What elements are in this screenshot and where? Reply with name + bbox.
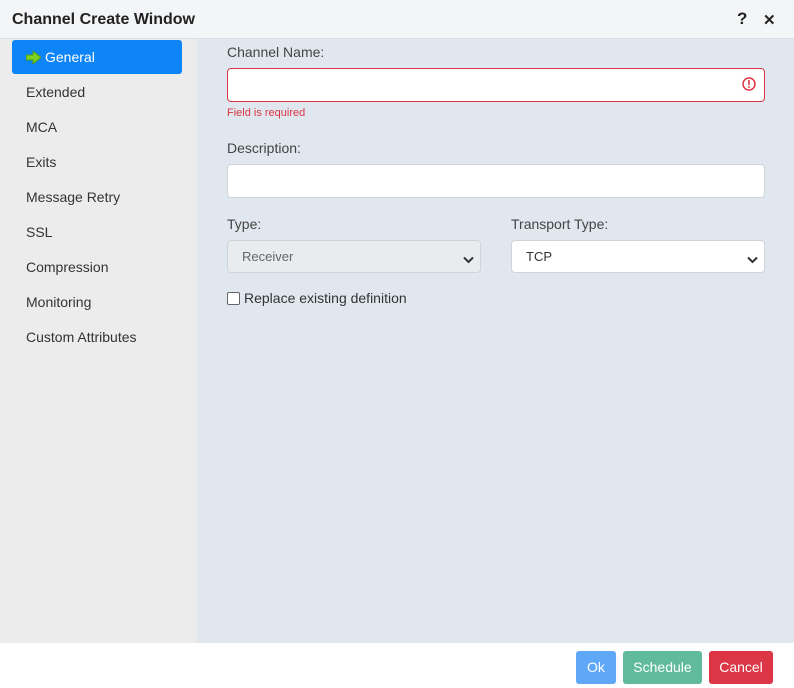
cancel-button[interactable]: Cancel <box>709 651 773 684</box>
sidebar-item-exits[interactable]: Exits <box>12 145 182 179</box>
type-select[interactable]: Receiver <box>227 240 481 273</box>
general-form-panel: Channel Name: Field is required Descript… <box>197 39 794 643</box>
window-title: Channel Create Window <box>12 11 195 28</box>
sidebar-item-label: General <box>45 49 95 65</box>
channel-name-input[interactable] <box>227 68 765 102</box>
green-arrow-icon <box>25 49 42 67</box>
sidebar: General Extended MCA Exits Message Retry… <box>0 39 197 643</box>
sidebar-item-general[interactable]: General <box>12 40 182 74</box>
replace-existing-row[interactable]: Replace existing definition <box>227 290 407 306</box>
sidebar-item-custom-attributes[interactable]: Custom Attributes <box>12 320 182 354</box>
error-icon <box>742 77 756 94</box>
channel-name-label: Channel Name: <box>227 44 325 60</box>
help-icon[interactable]: ? <box>737 9 747 29</box>
close-icon[interactable]: ✕ <box>763 11 776 29</box>
channel-name-error: Field is required <box>227 107 306 119</box>
type-label: Type: <box>227 216 262 232</box>
ok-button[interactable]: Ok <box>576 651 616 684</box>
dialog-footer: Ok Schedule Cancel <box>0 643 794 688</box>
transport-type-select[interactable]: TCP <box>511 240 765 273</box>
sidebar-item-extended[interactable]: Extended <box>12 75 182 109</box>
replace-existing-label: Replace existing definition <box>244 290 407 306</box>
type-select-value: Receiver <box>242 249 294 264</box>
sidebar-item-compression[interactable]: Compression <box>12 250 182 284</box>
sidebar-item-monitoring[interactable]: Monitoring <box>12 285 182 319</box>
transport-type-label: Transport Type: <box>511 216 609 232</box>
sidebar-item-message-retry[interactable]: Message Retry <box>12 180 182 214</box>
sidebar-item-ssl[interactable]: SSL <box>12 215 182 249</box>
transport-type-select-value: TCP <box>526 249 552 264</box>
window-titlebar: Channel Create Window ? ✕ <box>0 0 794 39</box>
chevron-down-icon <box>747 252 758 267</box>
sidebar-item-mca[interactable]: MCA <box>12 110 182 144</box>
replace-existing-checkbox[interactable] <box>227 291 240 305</box>
schedule-button[interactable]: Schedule <box>623 651 702 684</box>
description-label: Description: <box>227 140 301 156</box>
chevron-down-icon <box>463 252 474 267</box>
description-input[interactable] <box>227 164 765 198</box>
